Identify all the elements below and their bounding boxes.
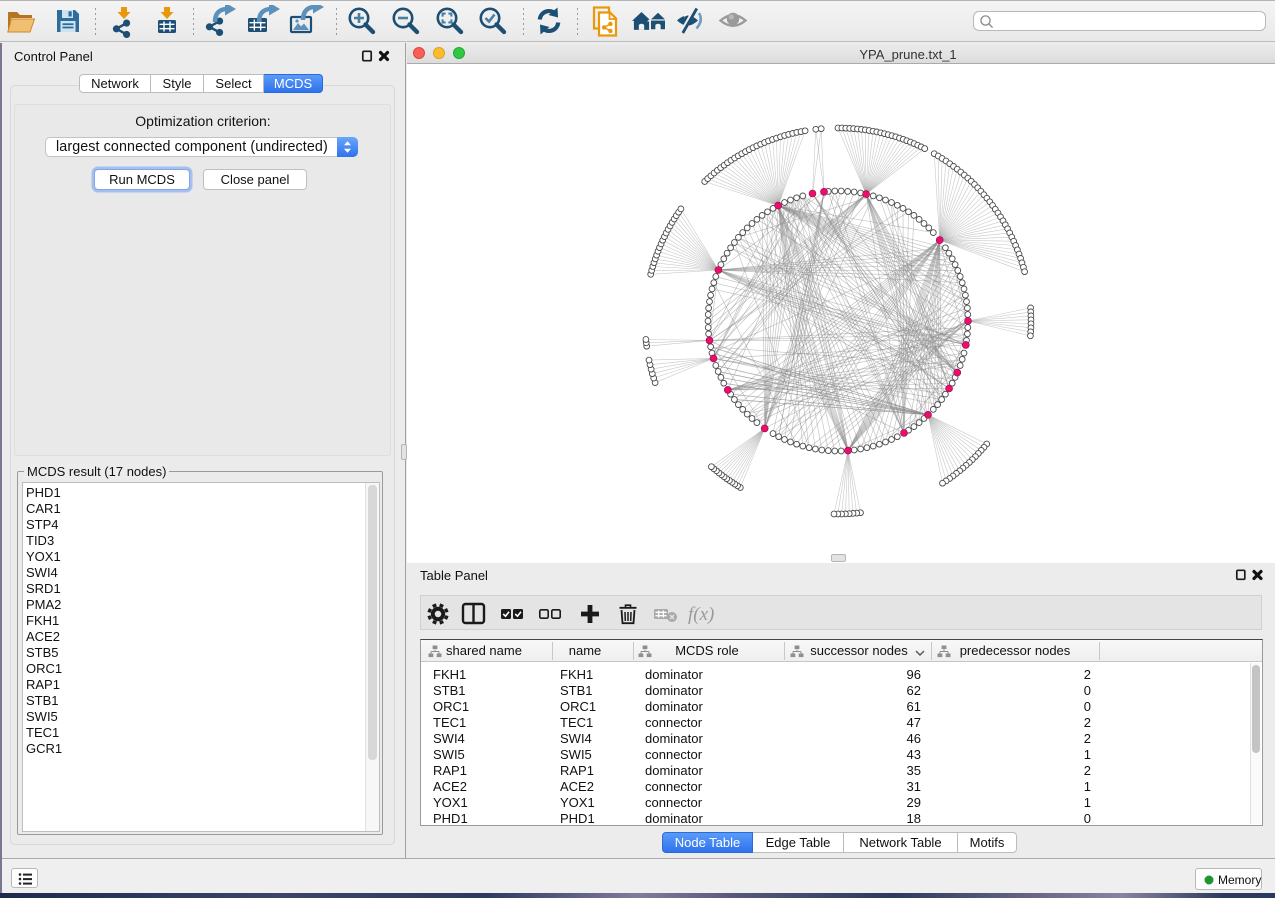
svg-text:f(x): f(x)	[688, 604, 714, 625]
